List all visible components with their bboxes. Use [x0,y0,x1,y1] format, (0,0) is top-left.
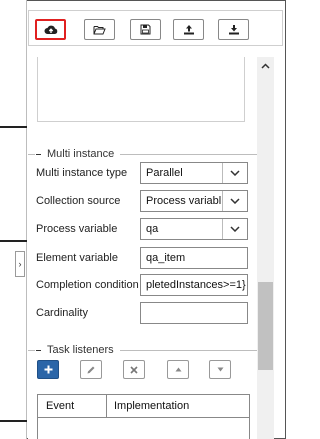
task-listeners-table: Event Implementation [37,394,250,439]
collection-source-label: Collection source [36,195,121,207]
cardinality-label: Cardinality [36,307,88,319]
toolbar [28,10,283,46]
open-folder-button[interactable] [84,19,115,40]
caret-down-icon [217,367,223,372]
scroll-up-button[interactable] [257,57,274,75]
import-button[interactable] [218,19,249,40]
caret-up-icon [175,367,181,372]
section-title: Task listeners [47,344,114,356]
upload-cloud-button[interactable] [35,19,66,40]
gutter-tick [0,126,27,128]
completion-condition-label: Completion condition [36,279,139,291]
selected-value: Process variable [146,195,221,207]
column-header-event: Event [46,400,75,412]
cardinality-input[interactable] [140,302,248,324]
selected-value: qa [146,223,159,235]
completion-condition-input[interactable]: pletedInstances>=1} [140,274,248,296]
vertical-scrollbar[interactable] [257,57,274,439]
selected-value: Parallel [146,167,183,179]
remove-listener-button[interactable] [123,360,145,379]
folder-open-icon [93,25,106,34]
plus-icon [44,365,52,374]
pencil-icon [87,366,95,373]
gutter-divider [26,0,27,439]
task-listeners-section-header: Task listeners [28,343,257,357]
collapse-panel-handle[interactable]: › [15,251,25,277]
save-button[interactable] [130,19,161,40]
element-variable-input[interactable]: qa_item [140,247,248,269]
section-title: Multi instance [47,148,115,160]
element-variable-label: Element variable [36,252,118,264]
chevron-down-icon [222,163,247,183]
gutter-tick [0,420,27,422]
download-icon [228,25,239,35]
chevron-up-icon [261,63,270,69]
upload-icon [183,25,194,35]
chevron-down-icon [222,219,247,239]
multi-instance-type-label: Multi instance type [36,167,128,179]
add-listener-button[interactable] [37,360,59,379]
chevron-right-icon: › [18,259,22,269]
cloud-upload-icon [44,25,57,34]
multi-instance-type-select[interactable]: Parallel [140,162,248,184]
multi-instance-section-header: Multi instance [28,147,257,161]
process-variable-select[interactable]: qa [140,218,248,240]
process-variable-label: Process variable [36,223,118,235]
properties-content: Multi instance Multi instance type Paral… [28,57,257,439]
column-header-implementation: Implementation [114,400,190,412]
move-down-button[interactable] [209,360,231,379]
save-icon [140,24,151,35]
left-gutter [0,0,27,439]
edit-listener-button[interactable] [80,360,102,379]
chevron-down-icon [222,191,247,211]
times-icon [130,365,138,374]
move-up-button[interactable] [167,360,189,379]
scrollbar-thumb[interactable] [258,282,273,370]
gutter-tick [0,240,27,242]
collection-source-select[interactable]: Process variable [140,190,248,212]
export-button[interactable] [173,19,204,40]
documentation-textarea[interactable] [37,57,245,122]
